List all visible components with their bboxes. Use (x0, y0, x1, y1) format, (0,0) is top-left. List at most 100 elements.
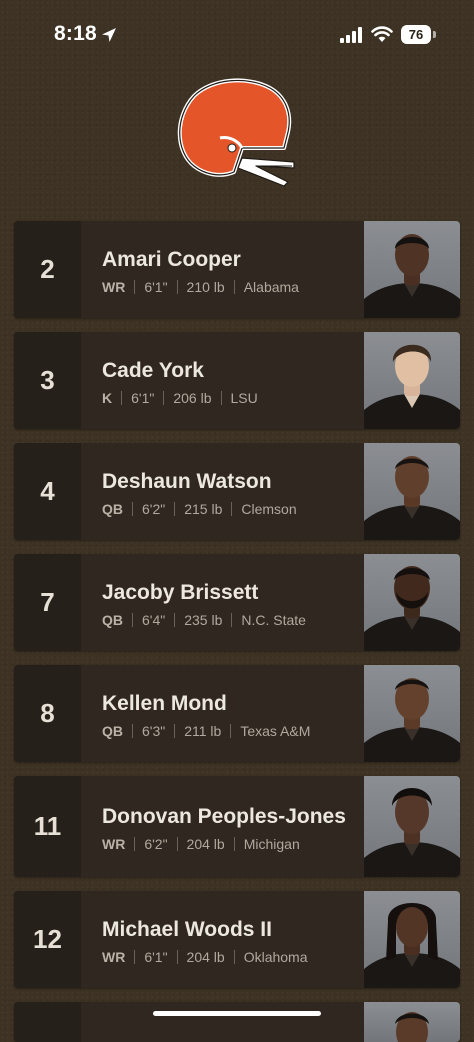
player-position: WR (102, 835, 126, 852)
jersey-number-cell: 11 (14, 776, 81, 877)
player-name: Cade York (102, 358, 204, 382)
player-info: Cade York K 6'1" 206 lb LSU (102, 332, 357, 429)
player-photo (364, 554, 460, 651)
jersey-number: 11 (33, 811, 62, 841)
player-weight: 204 lb (186, 835, 225, 852)
helmet-icon (177, 78, 295, 187)
player-card[interactable]: 12 Michael Woods II WR 6'1" 204 lb Oklah… (14, 891, 460, 988)
jersey-number-cell: 4 (14, 443, 81, 540)
jersey-number: 3 (40, 365, 55, 395)
jersey-number-cell: 7 (14, 554, 81, 651)
player-height: 6'4" (142, 611, 166, 628)
divider (220, 390, 222, 405)
player-card[interactable]: 3 Cade York K 6'1" 206 lb LSU (14, 332, 460, 429)
player-weight: 204 lb (186, 948, 225, 965)
player-photo (364, 221, 460, 318)
player-position: QB (102, 611, 123, 628)
divider (132, 612, 133, 627)
divider (134, 279, 136, 294)
player-info: Michael Woods II WR 6'1" 204 lb Oklahoma (102, 891, 357, 988)
player-college: N.C. State (241, 611, 306, 628)
player-height: 6'3" (142, 722, 166, 739)
player-card[interactable]: 8 Kellen Mond QB 6'3" 211 lb Texas A&M (14, 665, 460, 762)
jersey-number: 2 (40, 254, 55, 284)
player-photo (364, 1002, 460, 1042)
divider (231, 612, 233, 627)
player-college: Texas A&M (240, 722, 311, 739)
divider (134, 949, 136, 964)
player-meta: WR 6'1" 210 lb Alabama (102, 279, 357, 295)
player-college: Michigan (243, 835, 300, 852)
player-weight: 235 lb (184, 611, 223, 628)
player-photo (364, 891, 460, 988)
player-weight: 215 lb (184, 500, 223, 517)
player-info: Jacoby Brissett QB 6'4" 235 lb N.C. Stat… (102, 554, 357, 651)
player-meta: K 6'1" 206 lb LSU (102, 390, 357, 406)
divider (121, 390, 123, 405)
player-photo (364, 443, 460, 540)
jersey-number-cell: 3 (14, 332, 81, 429)
player-photo (364, 665, 460, 762)
player-card[interactable]: 7 Jacoby Brissett QB 6'4" 235 lb N.C. St… (14, 554, 460, 651)
player-name: Jacoby Brissett (102, 580, 259, 604)
player-info: Amari Cooper WR 6'1" 210 lb Alabama (102, 221, 357, 318)
player-college: LSU (230, 389, 258, 406)
cellular-signal-icon (340, 27, 362, 43)
player-meta: QB 6'4" 235 lb N.C. State (102, 612, 357, 628)
player-card[interactable]: 11 Donovan Peoples-Jones WR 6'2" 204 lb … (14, 776, 460, 877)
player-card[interactable] (14, 1002, 460, 1042)
player-meta: WR 6'1" 204 lb Oklahoma (102, 949, 357, 965)
wifi-icon (371, 26, 393, 42)
player-height: 6'1" (144, 278, 168, 295)
battery-indicator: 76 (401, 25, 431, 44)
home-indicator[interactable] (153, 1011, 321, 1016)
player-meta: QB 6'2" 215 lb Clemson (102, 501, 357, 517)
jersey-number: 12 (33, 924, 62, 954)
player-name: Michael Woods II (102, 917, 272, 941)
player-position: QB (102, 722, 123, 739)
divider (174, 501, 176, 516)
player-college: Clemson (241, 500, 297, 517)
jersey-number-cell: 8 (14, 665, 81, 762)
player-position: WR (102, 948, 126, 965)
player-info: Kellen Mond QB 6'3" 211 lb Texas A&M (102, 665, 357, 762)
player-position: WR (102, 278, 126, 295)
player-name: Amari Cooper (102, 247, 241, 271)
player-college: Alabama (243, 278, 299, 295)
player-meta: WR 6'2" 204 lb Michigan (102, 836, 357, 852)
divider (174, 723, 176, 738)
divider (176, 279, 178, 294)
player-position: QB (102, 500, 123, 517)
jersey-number-cell: 12 (14, 891, 81, 988)
divider (233, 279, 235, 294)
divider (174, 612, 176, 627)
player-weight: 206 lb (173, 389, 212, 406)
player-card[interactable]: 2 Amari Cooper WR 6'1" 210 lb Alabama (14, 221, 460, 318)
divider (176, 949, 178, 964)
player-card[interactable]: 4 Deshaun Watson QB 6'2" 215 lb Clemson (14, 443, 460, 540)
jersey-number: 4 (40, 476, 55, 506)
player-height: 6'1" (144, 948, 168, 965)
player-college: Oklahoma (243, 948, 308, 965)
player-name: Donovan Peoples-Jones (102, 804, 346, 828)
status-time: 8:18 (54, 22, 97, 45)
player-photo (364, 776, 460, 877)
player-meta: QB 6'3" 211 lb Texas A&M (102, 723, 357, 739)
player-weight: 211 lb (184, 722, 222, 739)
divider (230, 723, 232, 738)
player-name: Deshaun Watson (102, 469, 272, 493)
divider (163, 390, 165, 405)
divider (231, 501, 233, 516)
battery-cap (433, 31, 436, 38)
player-position: K (102, 389, 113, 406)
player-height: 6'1" (131, 389, 155, 406)
player-height: 6'2" (144, 835, 168, 852)
player-info: Deshaun Watson QB 6'2" 215 lb Clemson (102, 443, 357, 540)
status-bar: 8:18 76 (0, 0, 474, 70)
divider (176, 836, 178, 851)
jersey-number: 7 (40, 587, 55, 617)
divider (233, 949, 235, 964)
player-photo (364, 332, 460, 429)
divider (132, 723, 133, 738)
jersey-number: 8 (40, 698, 55, 728)
